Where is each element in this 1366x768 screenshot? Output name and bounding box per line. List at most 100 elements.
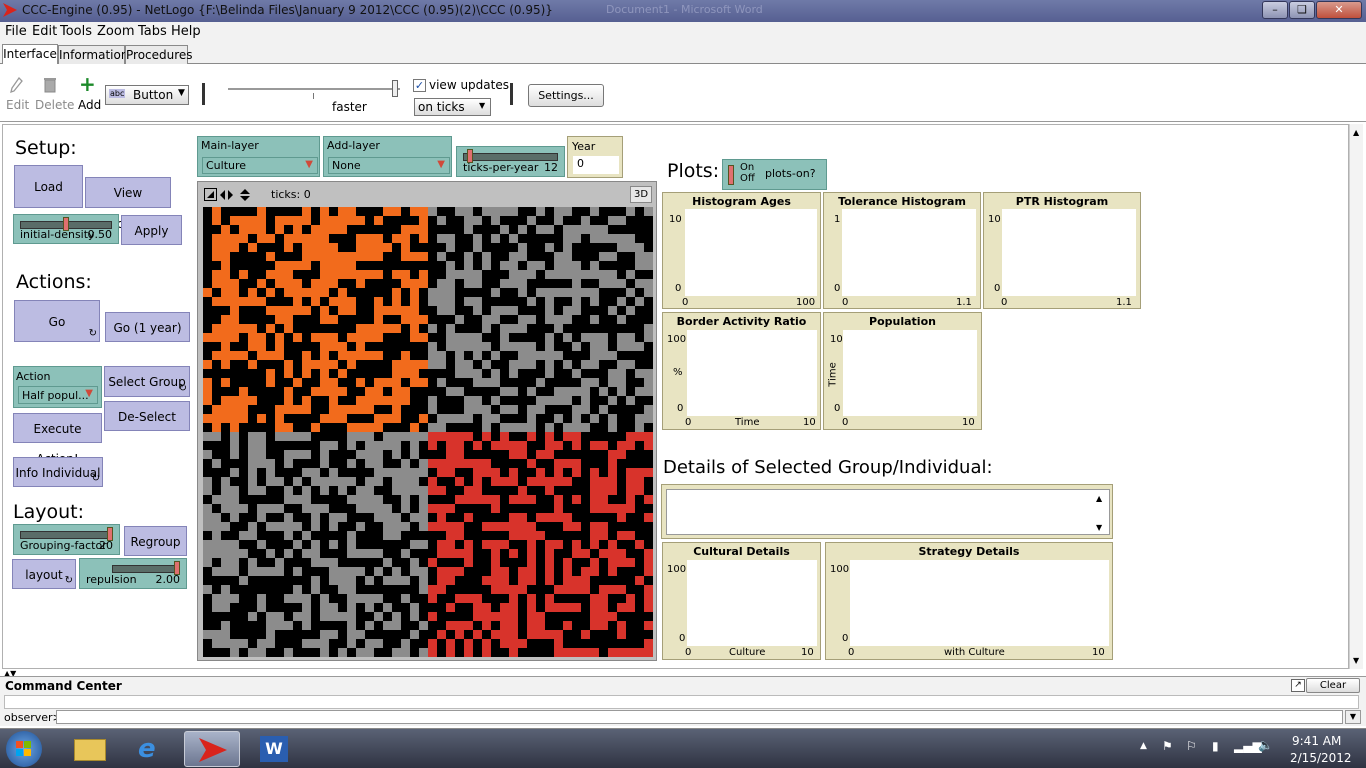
action-chooser-label: Action [16,370,51,383]
plots-on-switch[interactable]: On Off plots-on? [722,159,827,190]
netlogo-icon[interactable] [184,731,240,767]
action-chooser-value-box[interactable]: Half popul... ▼ [18,386,98,404]
switch-toggle[interactable] [728,165,734,185]
tab-procedures[interactable]: Procedures [125,45,193,65]
maximize-button[interactable]: ❑ [1289,1,1315,19]
clock-date[interactable]: 2/15/2012 [1290,751,1352,765]
select-group-label: Select Group [108,375,186,389]
plot-xmax: 10 [962,417,975,428]
load-button[interactable]: Load [14,165,83,208]
battery-icon[interactable]: ▮ [1212,739,1219,753]
volume-icon[interactable]: 🔈 [1258,738,1273,752]
speed-slider-knob[interactable] [392,80,399,97]
execute-action-button[interactable]: Execute Action! [13,413,102,466]
main-layer-chooser[interactable]: Main-layer Culture ▼ [197,136,320,177]
plot-area [1002,209,1136,296]
speed-slider[interactable] [228,88,400,90]
close-button[interactable]: ✕ [1316,1,1362,19]
scroll-down-icon[interactable]: ▼ [1096,523,1102,532]
show-hidden-icons-icon[interactable]: ▲ [1140,741,1147,751]
add-layer-value: None [332,159,361,172]
delete-button[interactable]: Delete [35,98,74,112]
view-size-controls-icon[interactable] [204,188,264,202]
forever-icon: ↻ [88,328,97,339]
details-textarea[interactable] [666,489,1110,535]
plot-ymax: 10 [988,214,1001,225]
go-button[interactable]: Go ↻ [14,300,100,342]
apply-button[interactable]: Apply [121,215,182,245]
folder-icon[interactable] [62,731,118,767]
world-view[interactable]: ticks: 0 3D [197,181,657,661]
word-icon[interactable]: W [246,731,302,767]
plot-xlabel: Culture [729,647,766,658]
plot-ymax: 100 [830,564,850,575]
tab-row: Interface Information Procedures [0,42,1366,65]
menu-tools[interactable]: Tools [60,24,92,39]
scroll-up-icon[interactable]: ▲ [1096,494,1102,503]
repulsion-slider[interactable]: repulsion 2.00 [79,558,187,589]
menu-edit[interactable]: Edit [32,24,57,39]
expand-icon[interactable]: ↗ [1291,679,1305,692]
de-select-button[interactable]: De-Select [104,401,190,431]
update-mode-value: on ticks [418,100,465,114]
windows-start-icon[interactable] [6,731,42,767]
chevron-down-icon: ▼ [479,101,486,110]
widget-type-dropdown[interactable]: abc Button ▼ [105,85,189,105]
layout-button[interactable]: layout ↻ [12,559,76,589]
plot-xmin: 0 [1001,297,1008,308]
action-chooser[interactable]: Action Half popul... ▼ [13,366,102,408]
setup-header: Setup: [15,137,77,159]
update-mode-dropdown[interactable]: on ticks ▼ [414,98,491,116]
tab-information[interactable]: Information [58,45,128,65]
plot-ymax: 100 [667,564,687,575]
chevron-down-icon[interactable]: ▼ [1345,710,1361,724]
info-individual-button[interactable]: Info Individual ↻ [13,457,103,487]
flag-icon[interactable]: ⚐ [1186,739,1197,753]
3d-view-button[interactable]: 3D [630,186,652,203]
button-widget-icon: abc [109,89,126,98]
forever-icon: ↻ [91,473,100,484]
tab-interface[interactable]: Interface [2,44,58,65]
select-group-button[interactable]: Select Group ↻ [104,366,190,397]
initial-density-slider[interactable]: initial-density 0.50 [13,214,119,244]
histogram-ages-plot: Histogram Ages 10 0 0 100 [662,192,821,309]
grouping-factor-slider[interactable]: Grouping-factor 20 [13,524,120,555]
add-layer-chooser[interactable]: Add-layer None ▼ [323,136,452,177]
details-output: ▲ ▼ [661,484,1113,539]
plot-xmin: 0 [842,417,849,428]
regroup-button[interactable]: Regroup [124,526,187,556]
plot-area [843,330,977,416]
menu-tabs[interactable]: Tabs [138,24,167,39]
clock-time[interactable]: 9:41 AM [1292,734,1341,748]
command-center-title: Command Center [5,679,122,693]
ticks-per-year-slider[interactable]: ticks-per-year 12 [456,146,565,177]
plot-xmax: 10 [801,647,814,658]
netlogo-logo-icon [3,3,17,17]
scroll-down-icon[interactable]: ▼ [1353,656,1359,665]
plot-xmin: 0 [682,297,689,308]
view-description-button[interactable]: View Description [85,177,171,231]
command-input[interactable] [56,710,1343,724]
patch-grid[interactable] [203,207,653,657]
menu-file[interactable]: File [5,24,27,39]
add-button[interactable]: Add [78,98,101,112]
pencil-icon [10,77,23,93]
add-layer-value-box[interactable]: None ▼ [328,157,450,174]
settings-button[interactable]: Settings... [528,84,604,107]
scroll-up-icon[interactable]: ▲ [1353,128,1359,137]
main-layer-value: Culture [206,159,247,172]
menu-help[interactable]: Help [171,24,201,39]
internet-explorer-icon[interactable]: e [122,731,178,767]
plot-ymax: 10 [830,334,843,345]
view-updates-checkbox[interactable]: ✓ [413,79,426,92]
action-center-flag-icon[interactable]: ⚑ [1162,739,1173,753]
minimize-button[interactable]: – [1262,1,1288,19]
tolerance-histogram-plot: Tolerance Histogram 1 0 0 1.1 [823,192,981,309]
go-1-year-button[interactable]: Go (1 year) [105,312,190,342]
vertical-scrollbar[interactable]: ▲ ▼ [1349,124,1363,669]
plot-ymin: 0 [675,283,682,294]
clear-button[interactable]: Clear [1306,678,1360,693]
main-layer-value-box[interactable]: Culture ▼ [202,157,318,174]
menu-zoom[interactable]: Zoom [97,24,134,39]
edit-button[interactable]: Edit [6,98,29,112]
